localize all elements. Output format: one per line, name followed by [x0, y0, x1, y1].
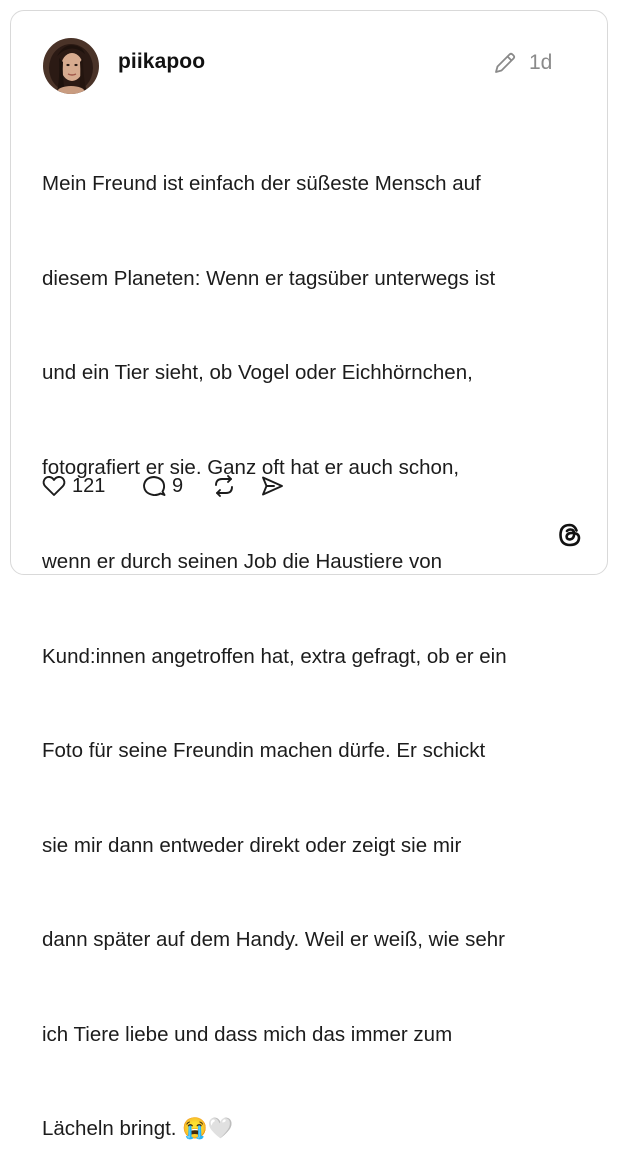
post-text-line: dann später auf dem Handy. Weil er weiß,… [42, 928, 505, 951]
post-text-line: Mein Freund ist einfach der süßeste Mens… [42, 172, 481, 195]
post-text-line: Lächeln bringt. 😭🤍 [42, 1117, 234, 1140]
username[interactable]: piikapoo [118, 50, 205, 74]
like-button[interactable]: 121 [41, 471, 105, 501]
like-count: 121 [72, 474, 106, 497]
timestamp: 1d [529, 51, 553, 74]
avatar-image [43, 38, 99, 94]
send-icon [259, 473, 285, 499]
post-text-line: wenn er durch seinen Job die Haustiere v… [42, 550, 442, 573]
post-text-line: Kund:innen angetroffen hat, extra gefrag… [42, 644, 507, 668]
reply-count: 9 [172, 474, 184, 497]
pencil-icon[interactable] [492, 50, 518, 76]
heart-icon [41, 473, 67, 499]
post-text-line: sie mir dann entweder direkt oder zeigt … [42, 833, 462, 857]
reply-button[interactable]: 9 [141, 471, 183, 501]
post-text-line: Foto für seine Freundin machen dürfe. Er… [42, 739, 486, 762]
repost-icon [211, 473, 237, 499]
post-text-line: ich Tiere liebe und dass mich das immer … [42, 1022, 453, 1046]
post-card: piikapoo 1d Mein Freund ist einfach der … [10, 10, 608, 1140]
repost-button[interactable] [211, 471, 237, 501]
post-text-line: fotografiert er sie. Ganz oft hat er auc… [42, 455, 460, 479]
post-text: Mein Freund ist einfach der süßeste Mens… [42, 105, 582, 1174]
avatar[interactable] [43, 38, 99, 94]
post-text-line: diesem Planeten: Wenn er tagsüber unterw… [42, 266, 496, 290]
share-button[interactable] [259, 471, 285, 501]
comment-icon [141, 473, 167, 499]
post-text-line: und ein Tier sieht, ob Vogel oder Eichhö… [42, 361, 473, 384]
threads-logo-icon [556, 521, 584, 549]
